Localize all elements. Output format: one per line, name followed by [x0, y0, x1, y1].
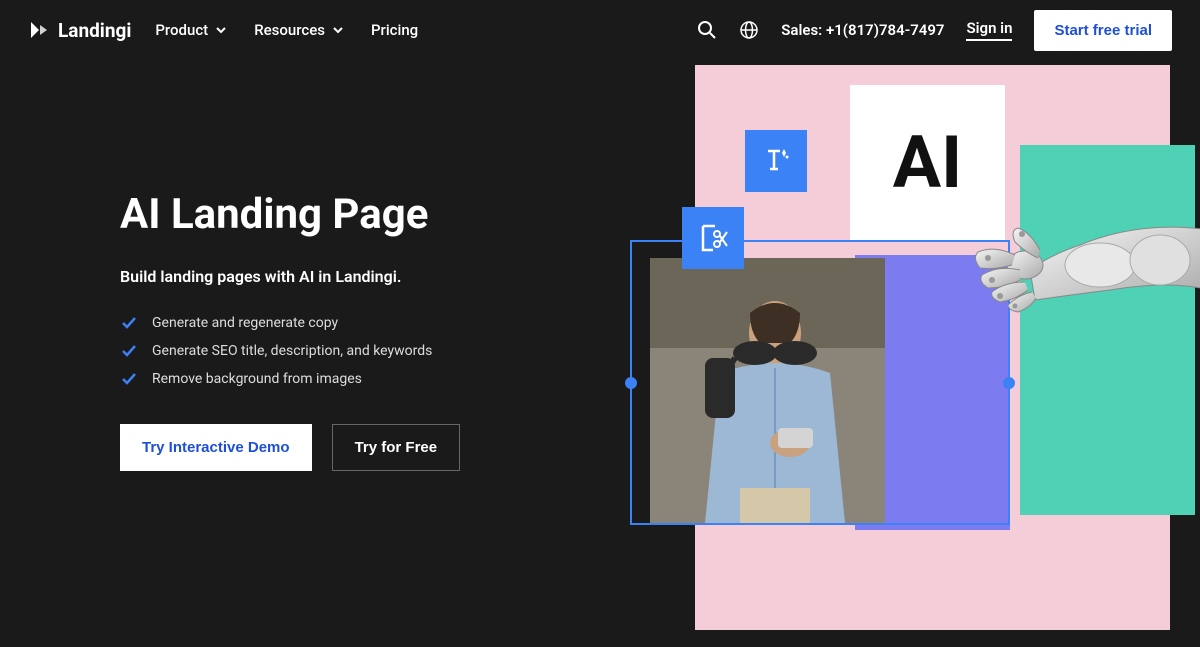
- brand-logo[interactable]: Landingi: [28, 19, 131, 42]
- brand-name: Landingi: [58, 19, 131, 42]
- nav-label: Product: [155, 21, 208, 39]
- try-free-button[interactable]: Try for Free: [332, 424, 461, 471]
- nav-label: Resources: [254, 21, 325, 39]
- header: Landingi Product Resources Pricing: [0, 0, 1200, 60]
- start-free-trial-button[interactable]: Start free trial: [1034, 10, 1172, 51]
- cut-icon: [682, 207, 744, 269]
- sales-phone[interactable]: Sales: +1(817)784-7497: [781, 21, 944, 39]
- hero-actions: Try Interactive Demo Try for Free: [120, 424, 600, 471]
- nav-resources[interactable]: Resources: [254, 21, 345, 39]
- hero: AI Landing Page Build landing pages with…: [0, 60, 1200, 647]
- hero-left: AI Landing Page Build landing pages with…: [120, 60, 600, 647]
- feature-item: Generate SEO title, description, and key…: [120, 342, 600, 360]
- chevron-down-icon: [214, 23, 228, 37]
- globe-icon[interactable]: [739, 20, 759, 40]
- nav-product[interactable]: Product: [155, 21, 228, 39]
- signin-link[interactable]: Sign in: [966, 19, 1012, 41]
- search-icon[interactable]: [697, 20, 717, 40]
- check-icon: [120, 342, 138, 360]
- text-sparkle-icon: [745, 130, 807, 192]
- check-icon: [120, 370, 138, 388]
- page-title: AI Landing Page: [120, 190, 600, 239]
- feature-list: Generate and regenerate copy Generate SE…: [120, 314, 600, 388]
- feature-item: Remove background from images: [120, 370, 600, 388]
- hero-subtitle: Build landing pages with AI in Landingi.: [120, 267, 600, 286]
- chevron-down-icon: [331, 23, 345, 37]
- nav-pricing[interactable]: Pricing: [371, 21, 418, 39]
- feature-text: Generate and regenerate copy: [152, 315, 338, 331]
- feature-text: Remove background from images: [152, 371, 362, 387]
- robot-hand: [900, 170, 1200, 370]
- header-right: Sales: +1(817)784-7497 Sign in Start fre…: [697, 10, 1172, 51]
- try-demo-button[interactable]: Try Interactive Demo: [120, 424, 312, 471]
- check-icon: [120, 314, 138, 332]
- hero-graphic: AI: [660, 60, 1200, 647]
- nav-label: Pricing: [371, 21, 418, 39]
- person-photo: [650, 258, 885, 523]
- main-nav: Product Resources Pricing: [155, 21, 418, 39]
- feature-item: Generate and regenerate copy: [120, 314, 600, 332]
- logo-icon: [28, 19, 50, 41]
- feature-text: Generate SEO title, description, and key…: [152, 343, 432, 359]
